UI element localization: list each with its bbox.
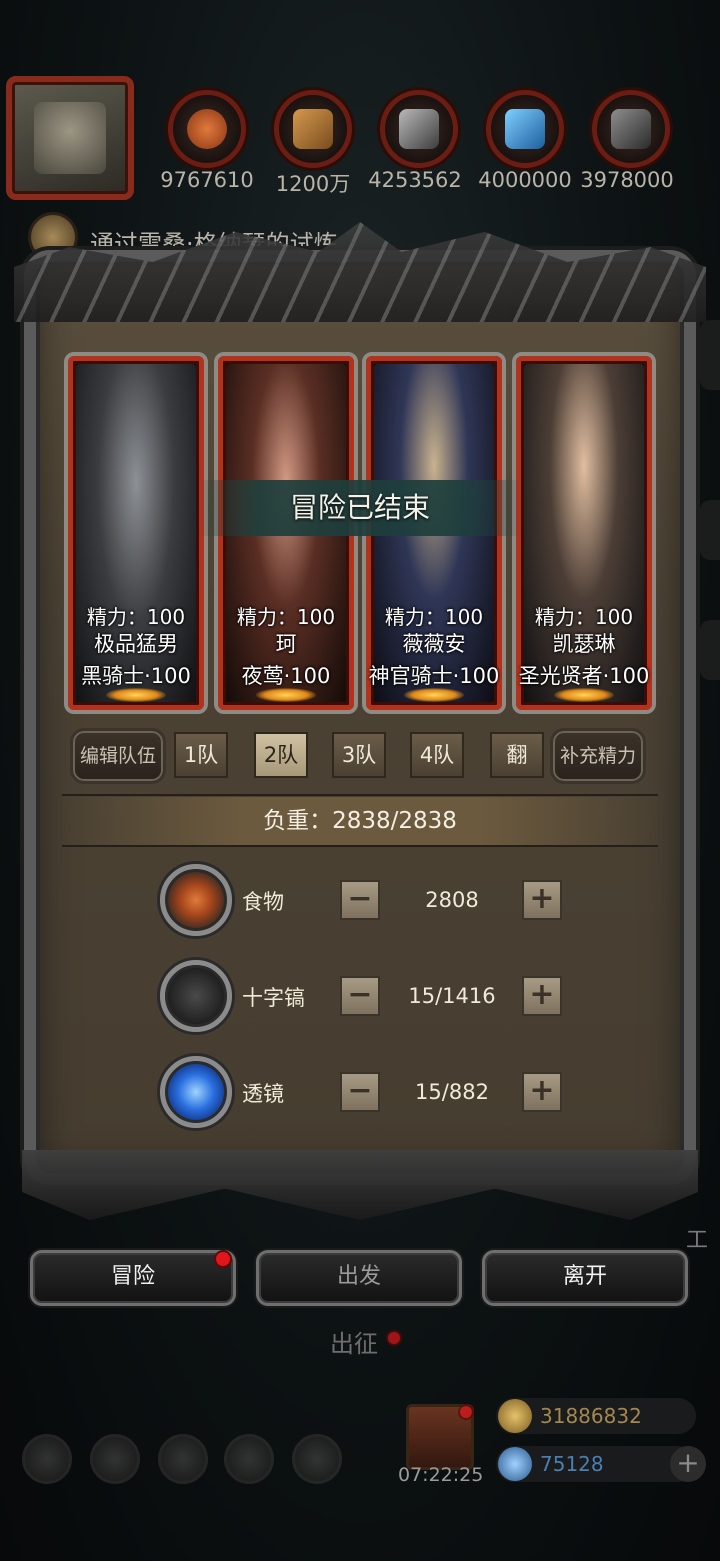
team-tab-1[interactable]: 1队 <box>174 732 228 778</box>
hero-name: 薇薇安 <box>402 632 466 656</box>
divider <box>62 845 658 847</box>
leave-button[interactable]: 离开 <box>482 1250 688 1306</box>
statue-icon <box>34 102 106 174</box>
team-tab-4[interactable]: 4队 <box>410 732 464 778</box>
side-tab[interactable] <box>700 320 720 390</box>
lens-quantity: 15/882 <box>415 1080 489 1104</box>
panel-bottom-ornament <box>22 1150 698 1220</box>
notification-dot <box>388 1332 400 1344</box>
flame-icon <box>554 688 614 702</box>
gem-icon <box>498 1447 532 1481</box>
iron-resource[interactable] <box>380 90 458 168</box>
pickaxe-icon <box>160 960 232 1032</box>
player-avatar[interactable] <box>6 76 134 200</box>
hero-energy: 精力：100 <box>86 605 186 629</box>
stone-resource[interactable] <box>592 90 670 168</box>
iron-value: 4253562 <box>368 168 462 192</box>
mail-icon[interactable] <box>224 1434 274 1484</box>
hero-energy: 精力：100 <box>534 605 634 629</box>
gold-coin-icon <box>498 1399 532 1433</box>
crystal-resource[interactable] <box>486 90 564 168</box>
food-minus-button[interactable]: − <box>340 880 380 920</box>
pickaxe-plus-button[interactable]: + <box>522 976 562 1016</box>
wood-icon <box>293 109 333 149</box>
hero-class: 黑骑士·100 <box>81 664 191 688</box>
depart-button[interactable]: 出发 <box>256 1250 462 1306</box>
expedition-label[interactable]: 出征 <box>330 1324 378 1359</box>
lens-icon <box>160 1056 232 1128</box>
side-tab[interactable] <box>700 620 720 680</box>
lens-plus-button[interactable]: + <box>522 1072 562 1112</box>
gold-amount: 31886832 <box>540 1404 642 1428</box>
pickaxe-quantity: 15/1416 <box>408 984 496 1008</box>
stone-icon <box>611 109 651 149</box>
crystal-value: 4000000 <box>478 168 572 192</box>
team-tab-3[interactable]: 3队 <box>332 732 386 778</box>
wood-value: 1200万 <box>275 172 351 196</box>
wood-resource[interactable] <box>274 90 352 168</box>
side-fragment-text: 工 <box>686 1228 709 1253</box>
meat-resource[interactable] <box>168 90 246 168</box>
add-currency-button[interactable]: + <box>670 1446 706 1482</box>
hero-energy: 精力：100 <box>236 605 336 629</box>
team-tab-2[interactable]: 2队 <box>254 732 308 778</box>
adventure-ended-banner: 冒险已结束 <box>200 480 520 536</box>
lens-minus-button[interactable]: − <box>340 1072 380 1112</box>
hero-card[interactable]: 精力：100 极品猛男 黑骑士·100 <box>64 352 208 714</box>
divider <box>62 794 658 796</box>
pickaxe-minus-button[interactable]: − <box>340 976 380 1016</box>
edit-team-button[interactable]: 编辑队伍 <box>70 728 166 784</box>
hero-card[interactable]: 精力：100 凯瑟琳 圣光贤者·100 <box>512 352 656 714</box>
hero-class: 圣光贤者·100 <box>518 664 650 688</box>
hero-name: 珂 <box>275 632 297 656</box>
hero-name: 凯瑟琳 <box>552 632 616 656</box>
flame-icon <box>404 688 464 702</box>
team-tab-flip[interactable]: 翻 <box>490 732 544 778</box>
adventure-button[interactable]: 冒险 <box>30 1250 236 1306</box>
hero-energy: 精力：100 <box>384 605 484 629</box>
refill-energy-button[interactable]: 补充精力 <box>550 728 646 784</box>
load-capacity: 负重：2838/2838 <box>62 797 658 845</box>
flame-icon <box>106 688 166 702</box>
settings-icon[interactable] <box>22 1434 72 1484</box>
stone-value: 3978000 <box>580 168 674 192</box>
meat-value: 9767610 <box>160 168 254 192</box>
food-label: 食物 <box>242 890 284 914</box>
iron-icon <box>399 109 439 149</box>
meat-icon <box>187 109 227 149</box>
hero-class: 神官骑士·100 <box>368 664 500 688</box>
lens-label: 透镜 <box>242 1082 284 1106</box>
food-plus-button[interactable]: + <box>522 880 562 920</box>
achievement-icon[interactable] <box>90 1434 140 1484</box>
guild-icon[interactable] <box>158 1434 208 1484</box>
chat-icon[interactable] <box>292 1434 342 1484</box>
food-icon <box>160 864 232 936</box>
flame-icon <box>256 688 316 702</box>
pickaxe-label: 十字镐 <box>242 986 305 1010</box>
hero-class: 夜莺·100 <box>241 664 331 688</box>
gem-amount: 75128 <box>540 1452 604 1476</box>
gift-timer: 07:22:25 <box>398 1464 484 1486</box>
side-tab[interactable] <box>700 500 720 560</box>
notification-dot <box>460 1406 472 1418</box>
crystal-icon <box>505 109 545 149</box>
notification-dot <box>216 1252 230 1266</box>
hero-name: 极品猛男 <box>94 632 178 656</box>
food-quantity: 2808 <box>425 888 479 912</box>
